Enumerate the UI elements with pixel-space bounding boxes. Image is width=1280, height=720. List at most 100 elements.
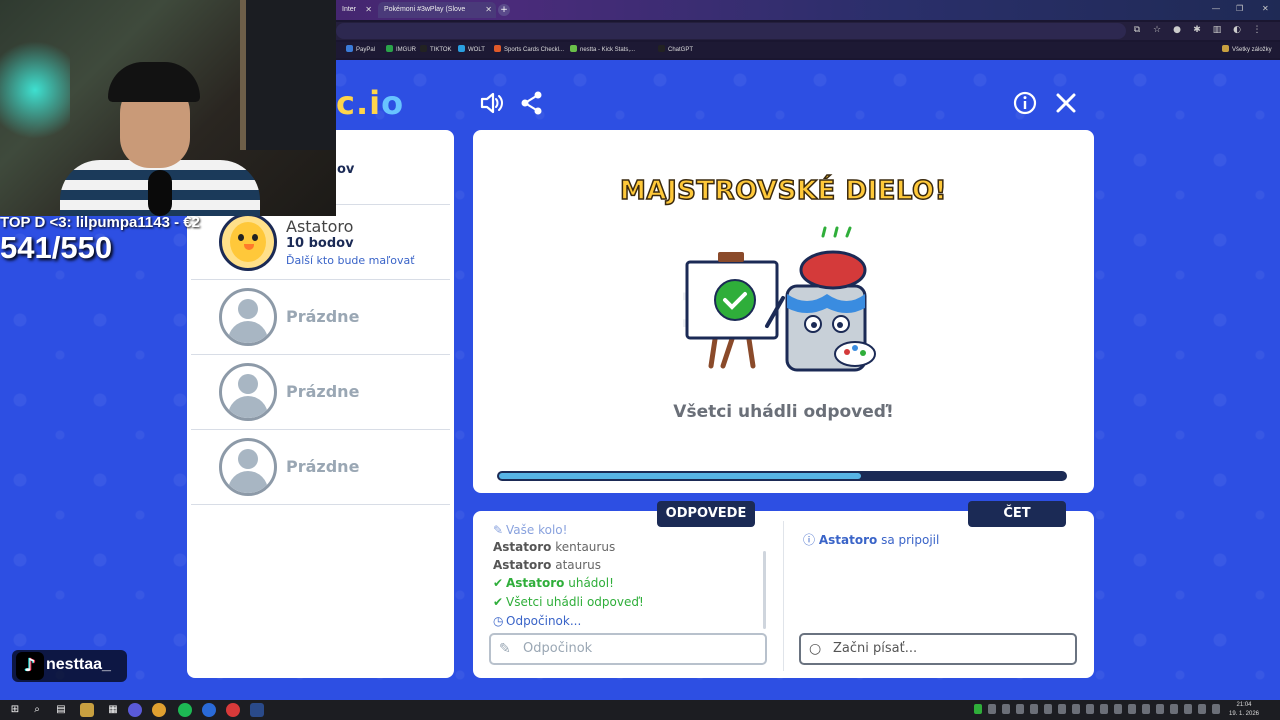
- answer-input[interactable]: ✎ Odpočinok: [489, 633, 767, 665]
- close-icon[interactable]: [1053, 90, 1079, 116]
- star-icon[interactable]: ☆: [1152, 25, 1162, 35]
- app-icon[interactable]: [226, 703, 240, 717]
- clock-icon: ◷: [493, 614, 504, 628]
- answer-line: Astatoro kentaurus: [493, 540, 616, 554]
- top-donor-label: TOP D <3: lilpumpa1143 - €2: [0, 214, 200, 231]
- avatar-placeholder-icon: [219, 288, 277, 346]
- tray-icon[interactable]: [988, 704, 996, 714]
- tray-icon[interactable]: [1128, 704, 1136, 714]
- minimize-icon[interactable]: —: [1212, 4, 1220, 13]
- tray-icon[interactable]: [1100, 704, 1108, 714]
- close-icon[interactable]: ✕: [485, 5, 492, 14]
- tray-icon[interactable]: [1184, 704, 1192, 714]
- tray-icon[interactable]: [1044, 704, 1052, 714]
- tray-icon[interactable]: [1002, 704, 1010, 714]
- goal-counter: 541/550: [0, 230, 113, 265]
- taskbar-clock[interactable]: 21:04 19. 1. 2026: [1226, 701, 1262, 719]
- info-icon: ⓘ: [803, 533, 816, 547]
- result-subtitle: Všetci uhádli odpoveď!: [673, 402, 894, 422]
- info-icon[interactable]: [1012, 90, 1038, 116]
- webcam-overlay: [0, 0, 336, 216]
- tab-title: Inter: [342, 6, 357, 13]
- tray-icon[interactable]: [1212, 704, 1220, 714]
- player-name: Astatoro: [286, 217, 354, 236]
- game-logo[interactable]: c.io: [336, 84, 404, 122]
- avatar-placeholder-icon: [219, 438, 277, 496]
- sound-icon[interactable]: [478, 90, 504, 116]
- chrome-icon[interactable]: [152, 703, 166, 717]
- player-row-empty: Prázdne: [191, 355, 450, 430]
- share-icon[interactable]: [519, 90, 545, 116]
- app-icon[interactable]: ▦: [106, 703, 120, 717]
- bookmark-paypal[interactable]: PayPal: [346, 45, 375, 53]
- url-input[interactable]: [336, 23, 1126, 39]
- address-bar: ⧉ ☆ ● ✱ ▥ ◐ ⋮: [336, 22, 1280, 40]
- pencil-icon: ✎: [499, 641, 511, 657]
- profile-icon[interactable]: ◐: [1232, 25, 1242, 35]
- tiktok-icon: ♪: [16, 652, 44, 680]
- avatar: [219, 213, 277, 271]
- new-tab-icon[interactable]: +: [498, 4, 510, 16]
- tray-icon[interactable]: [1142, 704, 1150, 714]
- extension-icon[interactable]: ●: [1172, 25, 1182, 35]
- tray-icon[interactable]: [1072, 704, 1080, 714]
- drawing-canvas[interactable]: MAJSTROVSKÉ DIELO! c.io Všetci uhádli od…: [473, 130, 1094, 493]
- maximize-icon[interactable]: ❐: [1236, 4, 1243, 13]
- empty-slot-label: Prázdne: [286, 382, 360, 401]
- answer-line: Astatoro ataurus: [493, 558, 602, 572]
- bookmark-nestta[interactable]: nestta - Kick Stats,...: [570, 45, 635, 53]
- close-window-icon[interactable]: ✕: [1262, 4, 1269, 13]
- player-points: ov: [337, 162, 355, 177]
- taskbar: ⊞ ⌕ ▤ ▦ 21:04 19. 1. 2026: [0, 700, 1280, 720]
- search-icon[interactable]: ⌕: [30, 703, 44, 717]
- player-row-empty: Prázdne: [191, 280, 450, 355]
- tray-icon[interactable]: [1156, 704, 1164, 714]
- tray-icon[interactable]: [1170, 704, 1178, 714]
- tray-icon[interactable]: [1058, 704, 1066, 714]
- tray-icon[interactable]: [1030, 704, 1038, 714]
- file-explorer-icon[interactable]: [80, 703, 94, 717]
- bookmark-imgur[interactable]: IMGUR: [386, 45, 416, 53]
- chat-message: ⓘ Astatoro sa pripojil: [803, 533, 940, 547]
- bookmark-tiktok[interactable]: TIKTOK: [420, 45, 452, 53]
- progress-fill: [499, 473, 862, 479]
- answers-scrollbar[interactable]: [763, 551, 766, 629]
- puzzle-icon[interactable]: ✱: [1192, 25, 1202, 35]
- close-icon[interactable]: ✕: [365, 5, 372, 14]
- app-icon[interactable]: [202, 703, 216, 717]
- bookmark-chatgpt[interactable]: ChatGPT: [658, 45, 693, 53]
- windows-start-icon[interactable]: ⊞: [8, 703, 22, 717]
- answer-line: ✔ Všetci uhádli odpoveď!: [493, 595, 644, 609]
- app-icon[interactable]: [128, 703, 142, 717]
- pencil-icon: ✎: [493, 523, 504, 537]
- menu-icon[interactable]: ⋮: [1252, 25, 1262, 35]
- panel-divider: [783, 521, 784, 671]
- tab-inter[interactable]: Inter ✕: [336, 2, 376, 18]
- system-tray: [974, 704, 1220, 714]
- answer-line: ✔ Astatoro uhádol!: [493, 576, 614, 590]
- tab-chat[interactable]: ČET: [968, 501, 1066, 527]
- bookmark-wolt[interactable]: WOLT: [458, 45, 485, 53]
- sidebar-icon[interactable]: ▥: [1212, 25, 1222, 35]
- tray-icon[interactable]: [1016, 704, 1024, 714]
- tray-icon[interactable]: [1086, 704, 1094, 714]
- tray-icon[interactable]: [1198, 704, 1206, 714]
- check-icon: ✔: [493, 576, 504, 590]
- player-row-empty: Prázdne: [191, 430, 450, 505]
- player-row[interactable]: Astatoro 10 bodov Ďalší kto bude maľovať: [191, 205, 450, 280]
- chat-input[interactable]: ○ Začni písať...: [799, 633, 1077, 665]
- tray-icon[interactable]: [1114, 704, 1122, 714]
- tray-icon[interactable]: [974, 704, 982, 714]
- tab-answers[interactable]: ODPOVEDE: [657, 501, 755, 527]
- round-progress-bar: [497, 471, 1067, 481]
- bookmarks-bar: PayPal IMGUR TIKTOK WOLT Sports Cards Ch…: [336, 42, 1280, 58]
- steam-icon[interactable]: [250, 703, 264, 717]
- task-view-icon[interactable]: ▤: [54, 703, 68, 717]
- bookmark-all[interactable]: Všetky záložky: [1222, 45, 1272, 53]
- tab-pokemoni[interactable]: Pokémoni #3wPlay (Slove ✕: [378, 2, 496, 18]
- tiktok-username: nesttaa_: [46, 656, 111, 673]
- masterpiece-illustration-icon: c.io: [683, 226, 876, 372]
- spotify-icon[interactable]: [178, 703, 192, 717]
- install-icon[interactable]: ⧉: [1132, 25, 1142, 35]
- bookmark-sports-cards[interactable]: Sports Cards Checkl...: [494, 45, 564, 53]
